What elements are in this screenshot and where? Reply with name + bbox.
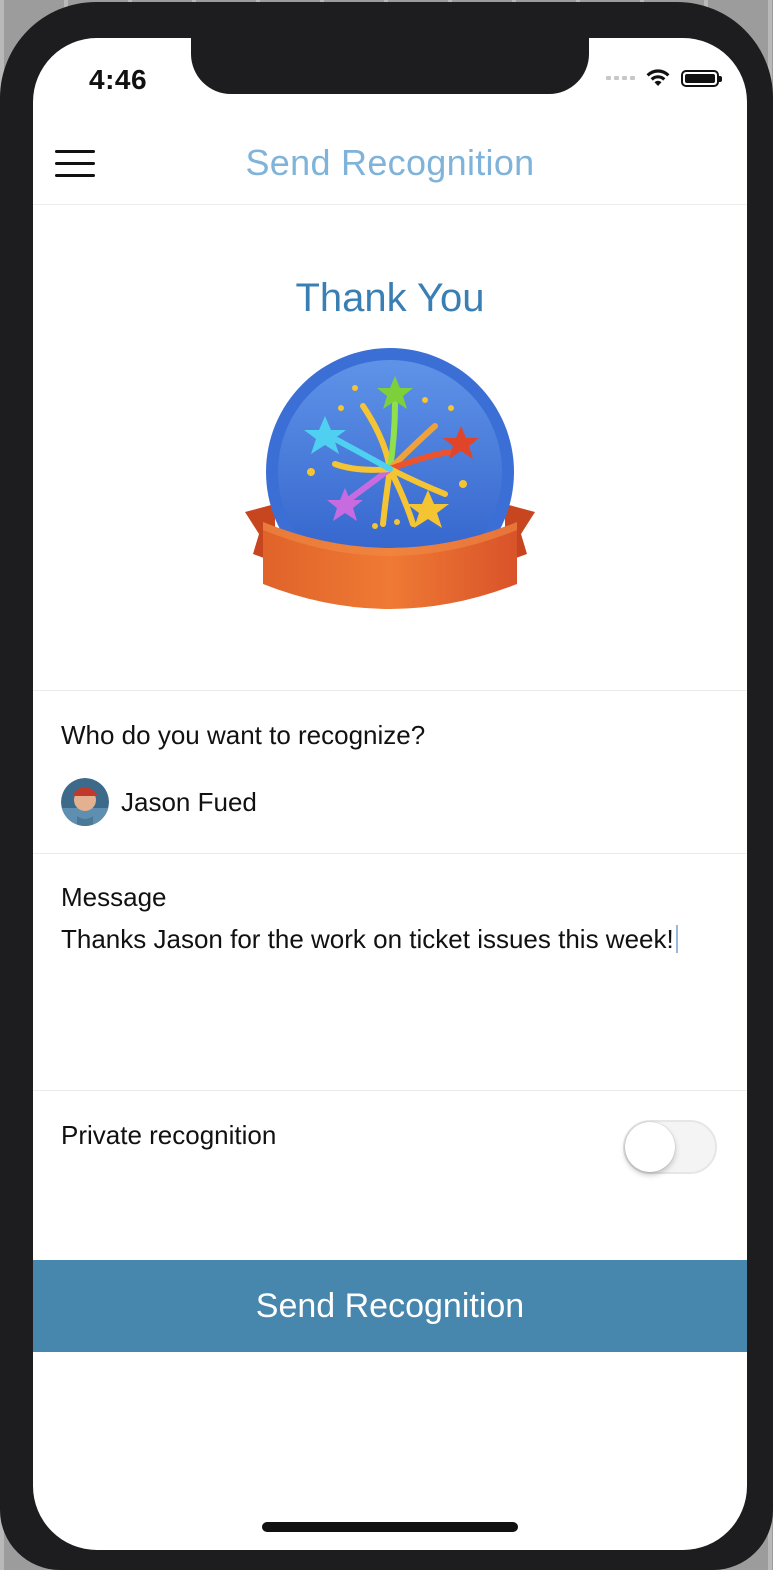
message-value: Thanks Jason for the work on ticket issu… — [61, 924, 674, 954]
signal-icon — [606, 76, 635, 80]
notch — [191, 38, 589, 94]
status-icons — [606, 68, 722, 88]
page-title: Send Recognition — [245, 142, 535, 183]
text-caret — [675, 925, 678, 953]
wifi-icon — [646, 69, 670, 86]
section-divider — [33, 853, 747, 854]
phone-frame: 4:46 Send Recognition Thank You Who do y… — [0, 2, 773, 1570]
status-time: 4:46 — [89, 64, 148, 95]
recipient-chip[interactable]: Jason Fued — [61, 778, 257, 826]
private-recognition-label: Private recognition — [61, 1120, 277, 1150]
send-recognition-button[interactable]: Send Recognition — [33, 1260, 747, 1352]
nav-bar: Send Recognition — [33, 130, 747, 205]
badge-title: Thank You — [295, 276, 485, 320]
toggle-knob — [625, 1122, 675, 1172]
recipient-label: Who do you want to recognize? — [61, 720, 426, 750]
recipient-name: Jason Fued — [121, 786, 257, 817]
app-screen: 4:46 Send Recognition Thank You Who do y… — [33, 38, 747, 1550]
message-label: Message — [61, 882, 167, 912]
message-field[interactable]: Thanks Jason for the work on ticket issu… — [61, 924, 721, 955]
section-divider — [33, 1090, 747, 1091]
home-indicator — [262, 1522, 518, 1532]
avatar — [61, 778, 109, 826]
fireworks-badge-icon — [245, 348, 535, 609]
private-recognition-toggle[interactable] — [623, 1120, 717, 1174]
battery-icon — [681, 69, 722, 87]
section-divider — [33, 690, 747, 691]
